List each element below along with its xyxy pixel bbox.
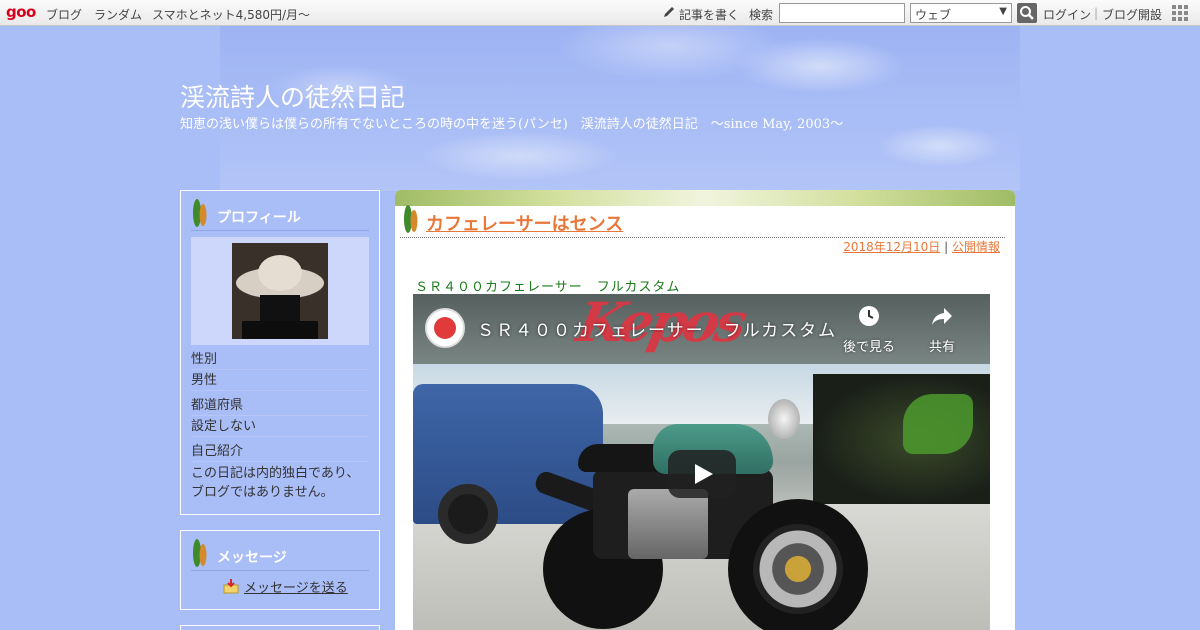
post-meta: 2018年12月10日 | 公開情報	[843, 238, 1000, 255]
leaf-icon	[404, 205, 418, 233]
video-truck-tire	[438, 484, 498, 544]
youtube-video-embed[interactable]: Kepos ＳＲ４００カフェレーサー フルカスタム 後で見る 共有	[413, 294, 990, 630]
post-visibility-link[interactable]: 公開情報	[952, 240, 1000, 254]
search-scope-select[interactable]: ウェブ ▼	[910, 3, 1012, 23]
nav-link-mobile-ad-text[interactable]: スマホとネット4,580円/月～	[152, 8, 310, 22]
send-message-link[interactable]: メッセージを送る	[244, 577, 348, 596]
clock-icon	[859, 306, 879, 326]
goo-logo[interactable]: goo	[6, 3, 36, 21]
next-sidebar-box	[180, 625, 380, 630]
leaf-icon	[193, 199, 207, 227]
leaf-icon	[193, 539, 207, 567]
channel-avatar[interactable]	[425, 308, 465, 348]
video-front-wheel	[728, 499, 868, 630]
nav-link-blog-text[interactable]: ブログ	[46, 8, 82, 22]
video-title[interactable]: ＳＲ４００カフェレーサー フルカスタム	[477, 316, 837, 341]
message-box: メッセージ メッセージを送る	[180, 530, 380, 610]
profile-intro-label: 自己紹介	[191, 441, 369, 462]
toolbar-separator: |	[1094, 6, 1099, 20]
video-headlight	[768, 399, 800, 439]
chevron-down-icon: ▼	[999, 6, 1007, 17]
write-post-text[interactable]: 記事を書く	[679, 8, 739, 22]
profile-prefecture-value: 設定しない	[191, 416, 369, 437]
profile-heading: プロフィール	[217, 210, 301, 226]
share-icon	[932, 308, 952, 325]
profile-heading-bar: プロフィール	[191, 191, 369, 231]
mail-icon	[223, 579, 239, 594]
post-subtitle: ＳＲ４００カフェレーサー フルカスタム	[415, 280, 681, 295]
message-heading: メッセージ	[217, 550, 287, 566]
nav-link-blog[interactable]: ブログ	[46, 6, 82, 23]
profile-box: プロフィール 性別 男性 都道府県 設定しない 自己紹介 この日記は内的独白であ…	[180, 190, 380, 515]
search-label: 検索	[749, 8, 774, 22]
search-scope-value: ウェブ	[915, 8, 952, 22]
profile-prefecture-label: 都道府県	[191, 395, 369, 416]
top-toolbar: goo ブログ ランダム スマホとネット4,580円/月～ 記事を書く 検索 ウ…	[0, 0, 1200, 26]
avatar-frame	[191, 237, 369, 345]
message-heading-bar: メッセージ	[191, 531, 369, 571]
post-date-link[interactable]: 2018年12月10日	[843, 240, 940, 254]
login-link[interactable]: ログイン	[1043, 6, 1091, 23]
share-button[interactable]: 共有	[929, 304, 955, 355]
watch-later-label: 後で見る	[843, 340, 896, 355]
profile-gender-value: 男性	[191, 370, 369, 391]
open-blog-text[interactable]: ブログ開設	[1102, 8, 1162, 22]
open-blog-link[interactable]: ブログ開設	[1102, 6, 1162, 23]
share-label: 共有	[929, 340, 956, 355]
avatar[interactable]	[232, 243, 328, 339]
blog-description: 知恵の浅い僕らは僕らの所有でないところの時の中を迷う(パンセ) 渓流詩人の徒然日…	[180, 117, 844, 132]
apps-grid-icon[interactable]	[1172, 5, 1188, 21]
post-heading-bar: カフェレーサーはセンス	[400, 204, 1005, 238]
write-post-link[interactable]: 記事を書く	[679, 6, 739, 23]
video-green-bike	[903, 394, 973, 454]
pen-icon[interactable]	[662, 5, 676, 19]
post-area: カフェレーサーはセンス 2018年12月10日 | 公開情報 ＳＲ４００カフェレ…	[395, 190, 1015, 630]
nav-link-mobile-ad[interactable]: スマホとネット4,580円/月～	[152, 6, 310, 23]
post-title-link[interactable]: カフェレーサーはセンス	[426, 210, 623, 236]
watch-later-button[interactable]: 後で見る	[843, 304, 895, 355]
search-button[interactable]	[1017, 3, 1037, 23]
nav-link-random-text[interactable]: ランダム	[94, 8, 142, 22]
search-input[interactable]	[779, 3, 905, 23]
blog-title[interactable]: 渓流詩人の徒然日記	[180, 78, 405, 114]
play-button[interactable]	[668, 450, 736, 498]
profile-intro-value: この日記は内的独白であり、ブログではありません。	[191, 466, 360, 500]
search-icon	[1020, 6, 1034, 20]
avatar-photo	[232, 243, 328, 339]
login-text[interactable]: ログイン	[1043, 8, 1091, 22]
post-meta-separator: |	[940, 240, 952, 254]
video-engine	[628, 489, 708, 559]
profile-gender-label: 性別	[191, 349, 369, 370]
nav-link-random[interactable]: ランダム	[94, 6, 142, 23]
blog-header: 渓流詩人の徒然日記 知恵の浅い僕らは僕らの所有でないところの時の中を迷う(パンセ…	[180, 26, 1020, 191]
